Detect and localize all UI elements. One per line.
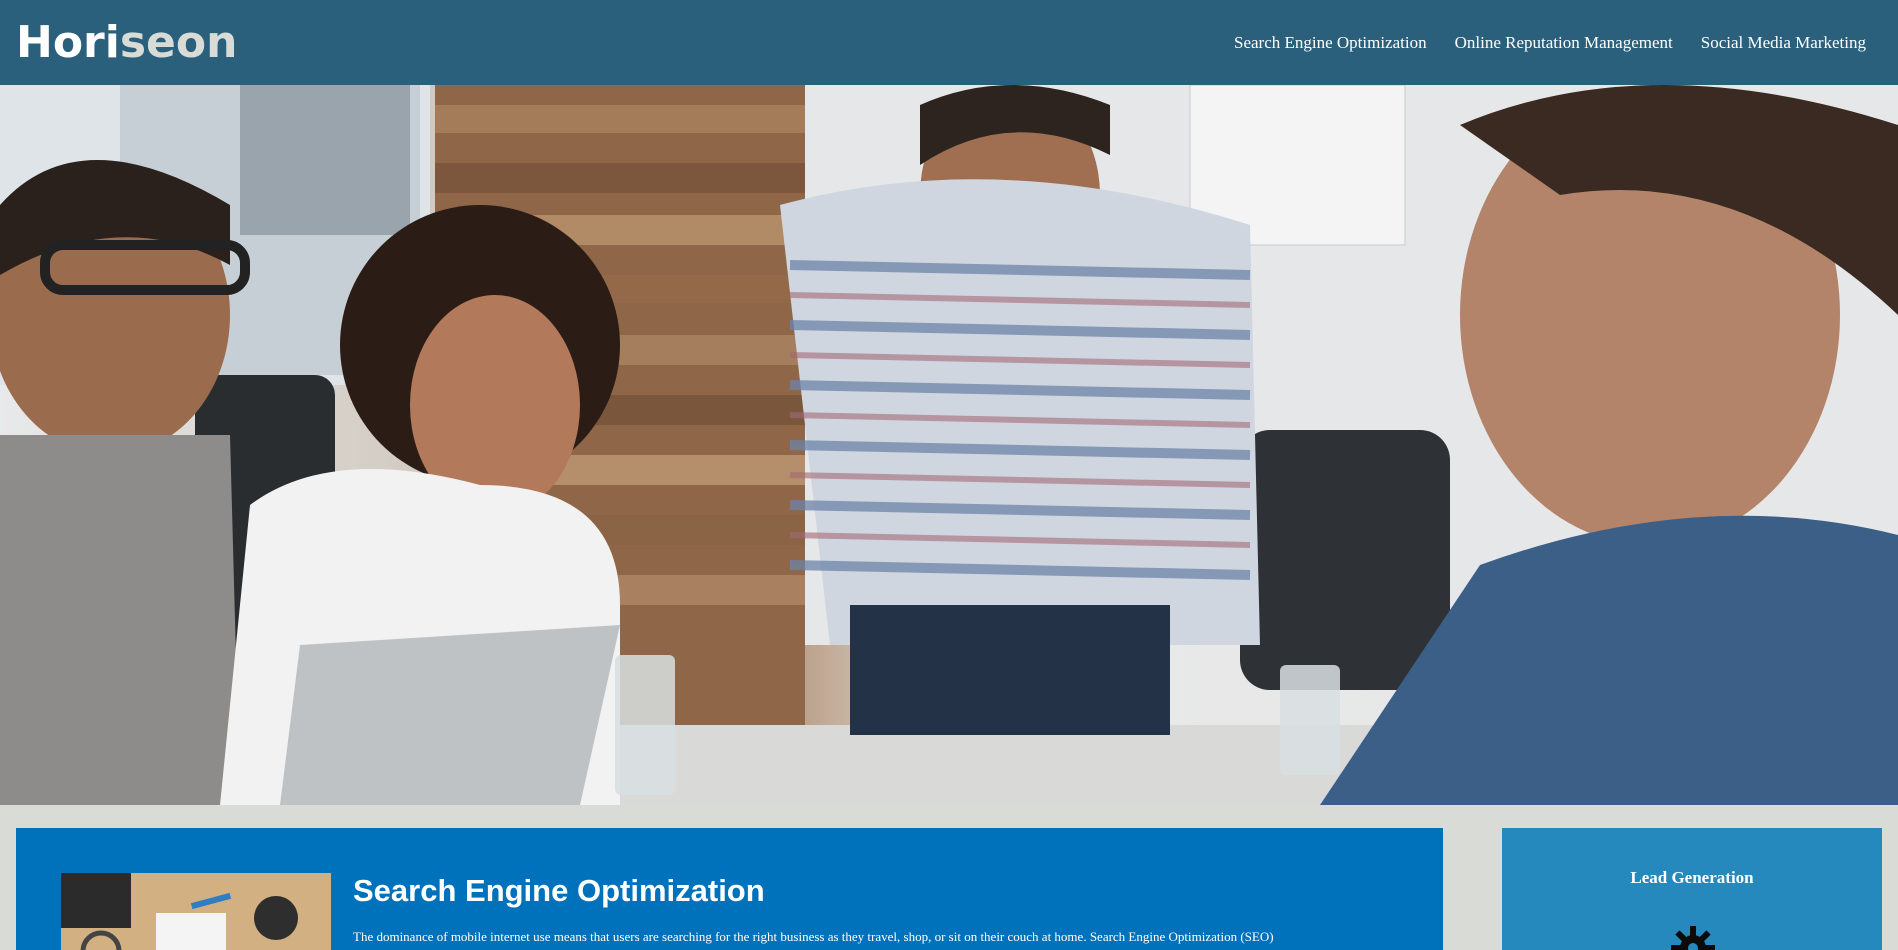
logo-text-main: Hori bbox=[16, 17, 120, 68]
seo-title: Search Engine Optimization bbox=[353, 873, 765, 908]
hero-image bbox=[0, 85, 1898, 805]
nav-link-social-media[interactable]: Social Media Marketing bbox=[1701, 33, 1866, 53]
lead-generation-card: Lead Generation bbox=[1502, 828, 1882, 950]
lead-generation-title: Lead Generation bbox=[1630, 868, 1754, 887]
seo-section: Search Engine Optimization The dominance… bbox=[16, 828, 1443, 950]
main-nav: Search Engine Optimization Online Reputa… bbox=[1234, 33, 1882, 53]
nav-link-seo[interactable]: Search Engine Optimization bbox=[1234, 33, 1427, 53]
site-header: Horiseon Search Engine Optimization Onli… bbox=[0, 0, 1898, 85]
seo-thumbnail-image bbox=[61, 873, 331, 950]
logo-text-accent: seon bbox=[119, 17, 238, 68]
gear-icon bbox=[1671, 926, 1715, 950]
nav-link-reputation[interactable]: Online Reputation Management bbox=[1455, 33, 1673, 53]
seo-description: The dominance of mobile internet use mea… bbox=[353, 929, 1274, 944]
hero-illustration bbox=[0, 85, 1898, 805]
site-logo[interactable]: Horiseon bbox=[16, 17, 237, 68]
